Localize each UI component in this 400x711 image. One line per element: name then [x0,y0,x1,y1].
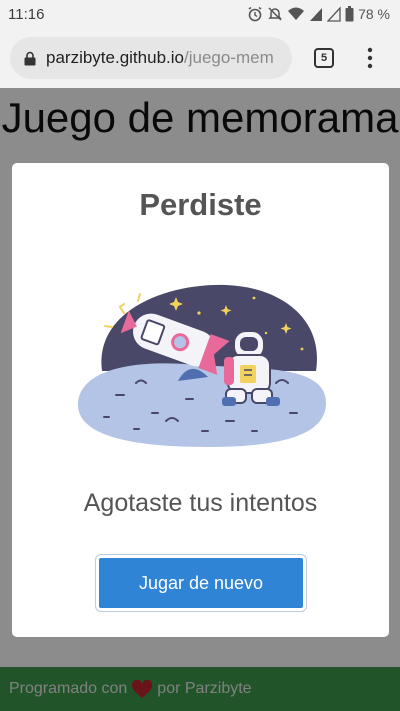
battery-icon [345,6,354,22]
tabs-icon[interactable]: 5 [314,48,334,68]
lock-icon [24,51,36,65]
address-bar[interactable]: parzibyte.github.io/juego-mem [10,37,292,79]
wifi-icon [288,7,305,20]
alarm-icon [248,6,262,22]
browser-toolbar: parzibyte.github.io/juego-mem 5 [0,30,400,88]
dialog-message: Agotaste tus intentos [83,489,318,517]
battery-percent: 78 % [358,6,390,22]
url-host: parzibyte.github.io [46,48,184,67]
url-path: /juego-mem [183,48,274,67]
astronaut-crashed-rocket-illustration [77,284,326,447]
lose-dialog: Perdiste Agotaste tus intentos Jugar de … [12,163,389,637]
status-icons: 78 % [247,6,390,22]
page: Juego de memorama Programado con por Par… [0,88,400,711]
menu-dots-icon[interactable] [360,46,380,70]
status-time: 11:16 [8,6,45,23]
status-bar: 11:16 78 % [0,0,400,30]
play-again-button[interactable]: Jugar de nuevo [95,554,307,612]
notifications-off-icon [268,7,282,21]
signal-icon [310,8,323,21]
dialog-title: Perdiste [139,187,262,222]
signal-empty-icon [327,6,341,22]
